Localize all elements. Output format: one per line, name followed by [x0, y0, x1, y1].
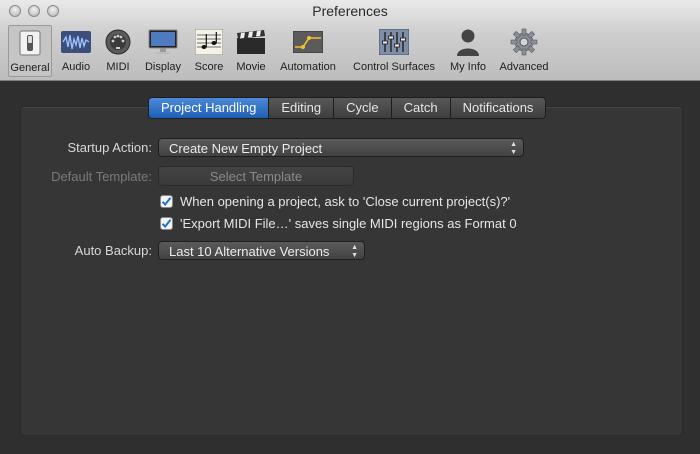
control-surfaces-faders-icon: [379, 28, 409, 56]
preferences-window: Preferences General Audio MIDI Display S…: [0, 0, 700, 454]
title-bar: Preferences General Audio MIDI Display S…: [0, 0, 700, 81]
startup-action-value: Create New Empty Project: [169, 141, 323, 156]
toolbar-label-control-surfaces: Control Surfaces: [353, 61, 435, 73]
default-template-label: Default Template:: [51, 169, 152, 184]
toolbar-label-audio: Audio: [61, 61, 91, 73]
tab-editing[interactable]: Editing: [268, 98, 334, 118]
checkmark-icon: [161, 197, 172, 207]
popup-arrows-icon: ▲ ▼: [510, 140, 517, 156]
startup-action-popup[interactable]: Create New Empty Project ▲ ▼: [158, 138, 524, 157]
monitor-icon: [148, 28, 178, 56]
toolbar-label-advanced: Advanced: [499, 61, 549, 73]
automation-curve-icon: [293, 28, 323, 56]
close-project-checkbox[interactable]: [160, 195, 173, 208]
user-silhouette-icon: [453, 28, 483, 56]
toolbar-label-score: Score: [194, 61, 224, 73]
toolbar-item-general[interactable]: General: [8, 25, 52, 77]
toolbar-label-movie: Movie: [236, 61, 266, 73]
close-project-label: When opening a project, ask to 'Close cu…: [180, 194, 511, 209]
checkmark-icon: [161, 219, 172, 229]
auto-backup-label: Auto Backup:: [74, 243, 152, 258]
auto-backup-popup[interactable]: Last 10 Alternative Versions ▲ ▼: [158, 241, 365, 260]
tab-cycle[interactable]: Cycle: [333, 98, 391, 118]
select-template-button[interactable]: Select Template: [158, 166, 354, 186]
toolbar-item-midi[interactable]: MIDI: [100, 25, 136, 77]
gear-icon: [509, 28, 539, 56]
popup-arrows-icon: ▲ ▼: [351, 243, 358, 259]
tab-bar: Project Handling Editing Cycle Catch Not…: [148, 97, 547, 119]
export-midi-label: 'Export MIDI File…' saves single MIDI re…: [180, 216, 517, 231]
midi-connector-icon: [103, 28, 133, 56]
export-midi-option[interactable]: 'Export MIDI File…' saves single MIDI re…: [160, 216, 517, 231]
preferences-toolbar: General Audio MIDI Display Score Movie A…: [0, 24, 700, 78]
tab-notifications[interactable]: Notifications: [449, 98, 546, 118]
film-clapper-icon: [236, 28, 266, 56]
tab-project-handling[interactable]: Project Handling: [149, 98, 269, 118]
close-project-option[interactable]: When opening a project, ask to 'Close cu…: [160, 194, 510, 209]
startup-action-label: Startup Action:: [67, 140, 152, 155]
toolbar-label-display: Display: [144, 61, 182, 73]
toolbar-label-my-info: My Info: [449, 61, 487, 73]
toolbar-item-control-surfaces[interactable]: Control Surfaces: [348, 25, 440, 77]
general-switch-icon: [15, 29, 45, 57]
toolbar-label-automation: Automation: [280, 61, 336, 73]
toolbar-item-display[interactable]: Display: [141, 25, 185, 77]
tab-catch[interactable]: Catch: [390, 98, 450, 118]
toolbar-item-audio[interactable]: Audio: [58, 25, 94, 77]
toolbar-label-midi: MIDI: [106, 61, 130, 73]
export-midi-checkbox[interactable]: [160, 217, 173, 230]
toolbar-label-general: General: [10, 62, 50, 74]
score-notes-icon: [194, 28, 224, 56]
toolbar-item-advanced[interactable]: Advanced: [496, 25, 552, 77]
toolbar-item-my-info[interactable]: My Info: [444, 25, 492, 77]
toolbar-item-movie[interactable]: Movie: [232, 25, 270, 77]
toolbar-item-score[interactable]: Score: [191, 25, 227, 77]
audio-waveform-icon: [61, 28, 91, 56]
auto-backup-value: Last 10 Alternative Versions: [169, 244, 330, 259]
toolbar-item-automation[interactable]: Automation: [274, 25, 342, 77]
window-title: Preferences: [312, 3, 388, 19]
